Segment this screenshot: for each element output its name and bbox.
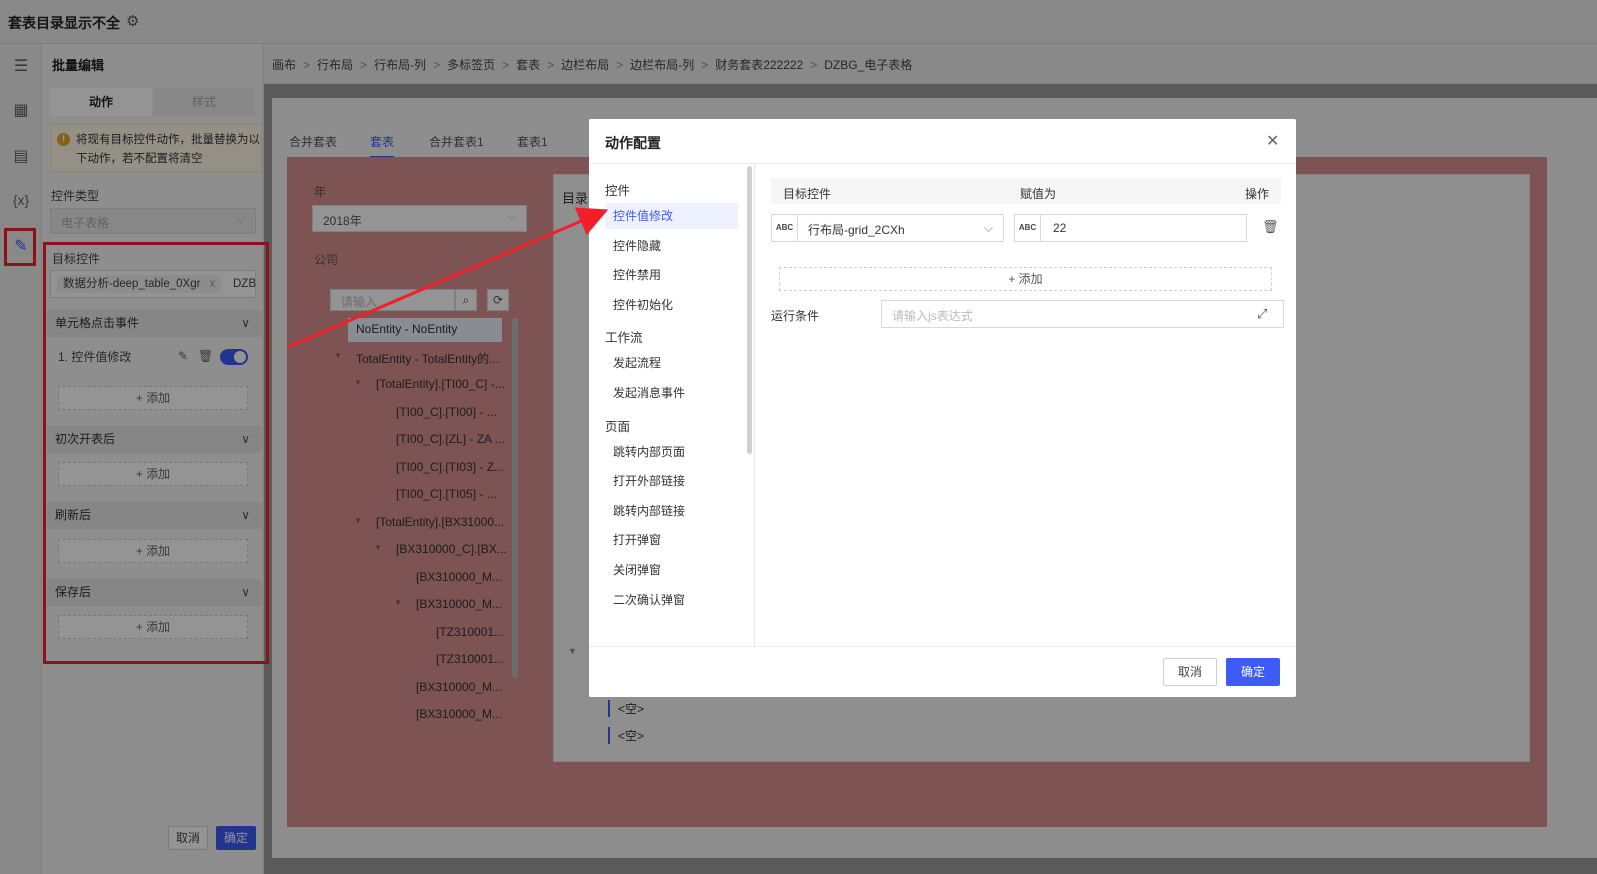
divider (589, 646, 1296, 647)
action-item[interactable]: 打开外部链接 (605, 468, 738, 494)
expand-icon[interactable]: ⤢ (1257, 306, 1267, 322)
modal-cancel-button[interactable]: 取消 (1163, 658, 1217, 686)
action-item[interactable]: 二次确认弹窗 (605, 587, 738, 613)
target-control-value: 行布局-grid_2CXh (808, 223, 905, 237)
action-item[interactable]: 打开弹窗 (605, 527, 738, 553)
modal-title: 动作配置 (605, 135, 661, 151)
action-group-title: 工作流 (605, 331, 643, 346)
col-target: 目标控件 (783, 187, 832, 201)
action-group-title: 控件 (605, 184, 631, 198)
action-item[interactable]: 控件隐藏 (605, 233, 738, 259)
add-row-button[interactable]: + 添加 (779, 267, 1272, 291)
chevron-down-icon: ⌵ (983, 221, 993, 235)
col-value: 赋值为 (1020, 187, 1057, 201)
modal-confirm-button[interactable]: 确定 (1226, 658, 1280, 686)
action-item[interactable]: 控件禁用 (605, 262, 738, 288)
trash-icon[interactable]: 🗑 (1262, 219, 1279, 235)
condition-label: 运行条件 (771, 309, 820, 323)
abc-icon: ABC (772, 215, 798, 241)
condition-input[interactable]: 请输入js表达式 (881, 300, 1284, 328)
col-op: 操作 (1245, 187, 1270, 201)
close-icon[interactable]: ✕ (1266, 131, 1279, 151)
action-group-title: 页面 (605, 419, 631, 434)
abc-icon: ABC (1015, 215, 1041, 241)
action-item[interactable]: 跳转内部链接 (605, 498, 738, 524)
action-item[interactable]: 发起消息事件 (605, 380, 738, 406)
value-input-value: 22 (1053, 221, 1067, 235)
target-control-select[interactable]: ABC 行布局-grid_2CXh ⌵ (771, 214, 1004, 242)
action-item[interactable]: 关闭弹窗 (605, 557, 738, 583)
action-item[interactable]: 发起流程 (605, 350, 738, 376)
action-item[interactable]: 控件值修改 (605, 203, 738, 229)
action-item[interactable]: 控件初始化 (605, 292, 738, 318)
action-item[interactable]: 跳转内部页面 (605, 439, 738, 465)
value-input[interactable]: ABC 22 (1014, 214, 1247, 242)
action-list-scrollbar[interactable] (747, 166, 752, 454)
